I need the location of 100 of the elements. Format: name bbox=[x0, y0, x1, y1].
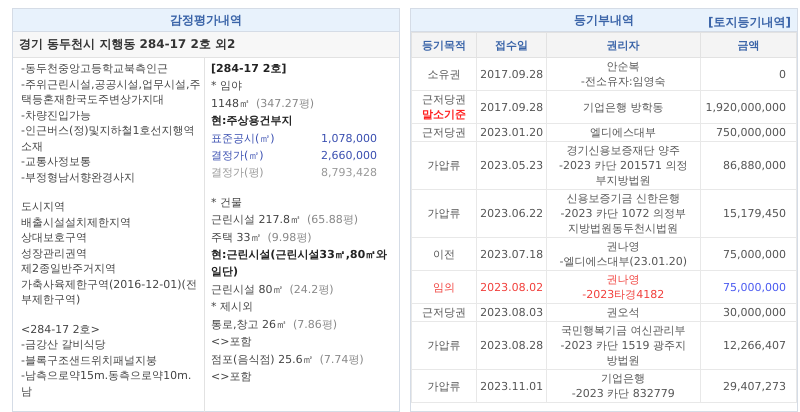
area-text: 점포(음식점) 25.6㎡ bbox=[211, 352, 314, 366]
note-text: 상대보호구역 bbox=[21, 230, 88, 246]
land-registry-link[interactable]: [토지등기내역] bbox=[708, 14, 791, 31]
area-text: 1148㎡ bbox=[211, 96, 250, 110]
detail-heading: [284-17 2호] bbox=[211, 61, 288, 77]
detail-text: <>포함 bbox=[211, 334, 252, 350]
holder-text: 권나영 bbox=[606, 272, 641, 287]
note-text: -동두천중앙고등학교북측인근 bbox=[21, 61, 169, 76]
date-cell: 2023.07.18 bbox=[476, 238, 546, 270]
price-label: 표준공시(㎡) bbox=[211, 130, 275, 147]
holder-text: 기업은행 bbox=[600, 371, 646, 386]
amount-cell: 0 bbox=[700, 58, 796, 90]
note-text: -남측으로약15m.동측으로약10m.남 bbox=[21, 368, 192, 399]
holder-text: 신용보증기금 신한은행 bbox=[565, 191, 681, 206]
purpose-cell-text: 임의 bbox=[432, 280, 456, 294]
amount-cell: 29,407,273 bbox=[700, 370, 796, 402]
area-text: 주택 33㎡ bbox=[211, 230, 262, 244]
area-text: 근린시설 217.8㎡ bbox=[211, 213, 301, 226]
panel-title: 감정평가내역 bbox=[170, 12, 242, 28]
amount-cell: 750,000,000 bbox=[700, 124, 796, 142]
detail-text: * 건물 bbox=[211, 194, 243, 211]
holder-text: -2023타경4182 bbox=[581, 287, 666, 302]
detail-text: * 임야 bbox=[211, 78, 243, 94]
date-cell: 2017.09.28 bbox=[476, 90, 546, 124]
pyeong-text: (9.98평) bbox=[268, 230, 312, 244]
amount-cell: 86,880,000 bbox=[700, 142, 796, 190]
date-cell: 2023.06.22 bbox=[476, 190, 546, 238]
amount-cell: 30,000,000 bbox=[700, 304, 796, 322]
purpose-cell-text: 이전 bbox=[432, 246, 456, 262]
purpose-cell-text: 소유권 bbox=[426, 66, 462, 82]
date-cell: 2023.05.23 bbox=[476, 142, 546, 190]
purpose-cell-text: 가압류 bbox=[426, 338, 462, 353]
holder-text: -전소유자:임영숙 bbox=[580, 74, 667, 89]
holder-text: -엘디에스대부(23.01.20) bbox=[558, 254, 688, 269]
holder-text: -2023 카단 1519 광주지 bbox=[560, 338, 687, 353]
purpose-cell-text: 가압류 bbox=[426, 206, 462, 221]
note-text: -금강산 갈비식당 bbox=[21, 337, 106, 352]
panel-title: 등기부내역 bbox=[574, 12, 634, 28]
holder-text: 권나영 bbox=[606, 239, 641, 254]
note-text: 도시지역 bbox=[21, 199, 66, 214]
note-text: -인근버스(정)및지하철1호선지행역소재 bbox=[21, 123, 196, 154]
pyeong-text: (24.2평) bbox=[290, 282, 334, 296]
holder-text: 권오석 bbox=[606, 305, 641, 320]
holder-text: 방법원 bbox=[606, 353, 641, 368]
holder-text: -2023 카단 1072 의정부 bbox=[560, 206, 687, 221]
area-text: 근린시설 80㎡ bbox=[211, 282, 284, 296]
note-text: <284-17 2호> bbox=[21, 322, 101, 337]
note-text: -부정형남서향완경사지 bbox=[21, 170, 136, 185]
note-text: -주위근린시설,공공시설,업무시설,주택등혼재한국도주변상가지대 bbox=[21, 76, 202, 108]
date-cell: 2023.08.28 bbox=[476, 322, 546, 370]
amount-cell: 75,000,000 bbox=[700, 238, 796, 270]
address-text: 경기 동두천시 지행동 284-17 2호 외2 bbox=[13, 32, 399, 58]
holder-text: 엘디에스대부 bbox=[589, 125, 658, 140]
price-label: 결정가(평) bbox=[211, 165, 264, 182]
purpose-cell-text: 가압류 bbox=[426, 158, 462, 173]
detail-text: <>포함 bbox=[211, 368, 252, 385]
note-text: -차량진입가능 bbox=[21, 108, 92, 123]
holder-text: 지방법원동두천시법원 bbox=[567, 221, 680, 236]
column-header: 접수일 bbox=[476, 32, 546, 58]
date-cell: 2017.09.28 bbox=[476, 58, 546, 90]
date-cell: 2023.08.02 bbox=[476, 270, 546, 304]
note-text: 배출시설설치제한지역 bbox=[21, 214, 132, 230]
cancel-base-label: 말소기준 bbox=[421, 107, 468, 122]
holder-text: 국민행복기금 여신관리부 bbox=[560, 323, 686, 338]
pyeong-text: (7.74평) bbox=[320, 352, 364, 366]
price-value: 1,078,000 bbox=[321, 130, 377, 147]
holder-text: 경기신용보증재단 양주 bbox=[565, 143, 681, 158]
amount-cell: 75,000,000 bbox=[700, 270, 796, 304]
column-header: 등기목적 bbox=[412, 32, 477, 58]
note-text: -블록구조샌드위치패널지붕 bbox=[21, 352, 158, 368]
note-text: 제2종일반주거지역 bbox=[21, 261, 117, 276]
purpose-cell-text: 근저당권 bbox=[421, 125, 468, 140]
price-value: 2,660,000 bbox=[321, 148, 377, 164]
note-text: 성장관리권역 bbox=[21, 246, 88, 261]
column-header: 금액 bbox=[700, 32, 796, 58]
holder-text: 기업은행 방학동 bbox=[582, 100, 664, 114]
holder-text: -2023 카단 201571 의정 bbox=[558, 158, 688, 173]
purpose-cell-text: 근저당권 bbox=[421, 92, 468, 107]
holder-text: 안순복 bbox=[606, 59, 641, 74]
detail-heading: 현:주상용건부지 bbox=[211, 113, 294, 130]
column-header: 권리자 bbox=[546, 32, 700, 58]
pyeong-text: (65.88평) bbox=[307, 213, 358, 226]
amount-cell: 15,179,450 bbox=[700, 190, 796, 238]
detail-text: * 제시외 bbox=[211, 299, 254, 316]
price-label: 결정가(㎡) bbox=[211, 148, 264, 164]
note-text: -교통사정보통 bbox=[21, 154, 92, 170]
holder-text: 부지방법원 bbox=[594, 173, 652, 188]
detail-heading: 현:근린시설(근린시설33㎡,80㎡와일단) bbox=[211, 247, 388, 280]
area-text: 통로,창고 26㎡ bbox=[211, 318, 287, 331]
amount-cell: 12,266,407 bbox=[700, 322, 796, 370]
date-cell: 2023.11.01 bbox=[476, 370, 546, 402]
pyeong-text: (7.86평) bbox=[293, 318, 338, 331]
date-cell: 2023.01.20 bbox=[476, 124, 546, 142]
purpose-cell-text: 근저당권 bbox=[421, 305, 468, 320]
holder-text: -2023 카단 832779 bbox=[570, 386, 676, 401]
purpose-cell-text: 가압류 bbox=[426, 378, 462, 394]
note-text: 가축사육제한구역(2016-12-01)(전부제한구역) bbox=[21, 276, 198, 308]
price-value: 8,793,428 bbox=[321, 165, 377, 182]
amount-cell: 1,920,000,000 bbox=[700, 90, 796, 124]
pyeong-text: (347.27평) bbox=[256, 96, 314, 110]
